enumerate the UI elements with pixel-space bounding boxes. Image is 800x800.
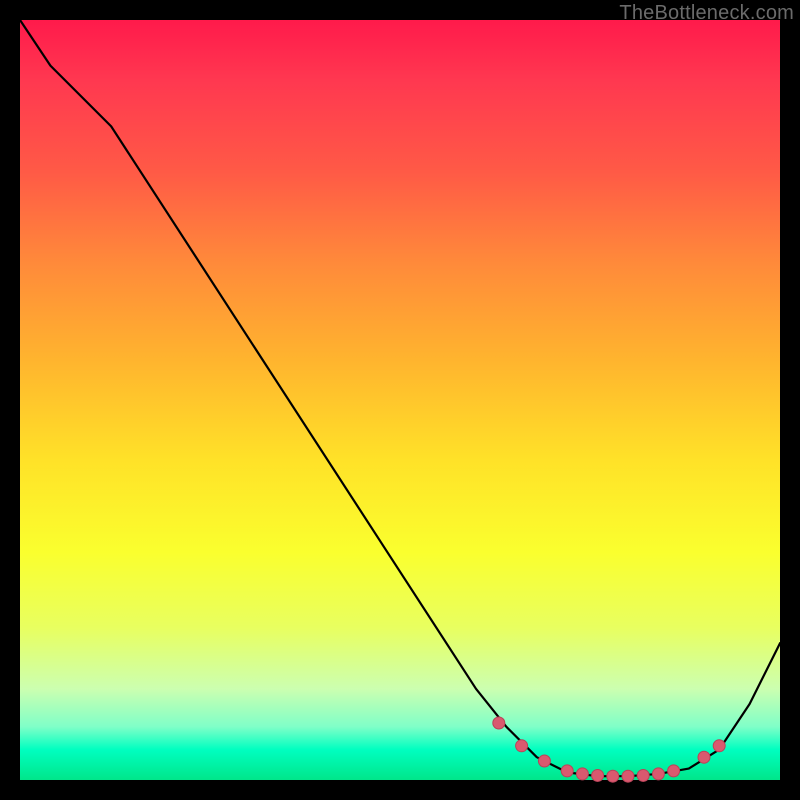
highlight-dot (622, 770, 634, 782)
highlight-dot (652, 768, 664, 780)
highlight-dot (607, 770, 619, 782)
highlight-dot (592, 769, 604, 781)
highlight-dot (713, 740, 725, 752)
chart-frame: TheBottleneck.com (0, 0, 800, 800)
highlight-dot (576, 768, 588, 780)
highlight-dot (493, 717, 505, 729)
highlight-dot (698, 751, 710, 763)
highlight-dot (561, 765, 573, 777)
highlight-dot (668, 765, 680, 777)
highlight-dot (637, 769, 649, 781)
highlight-dot (516, 740, 528, 752)
highlight-dot (538, 755, 550, 767)
chart-overlay-svg (20, 20, 780, 780)
bottleneck-curve (20, 20, 780, 776)
